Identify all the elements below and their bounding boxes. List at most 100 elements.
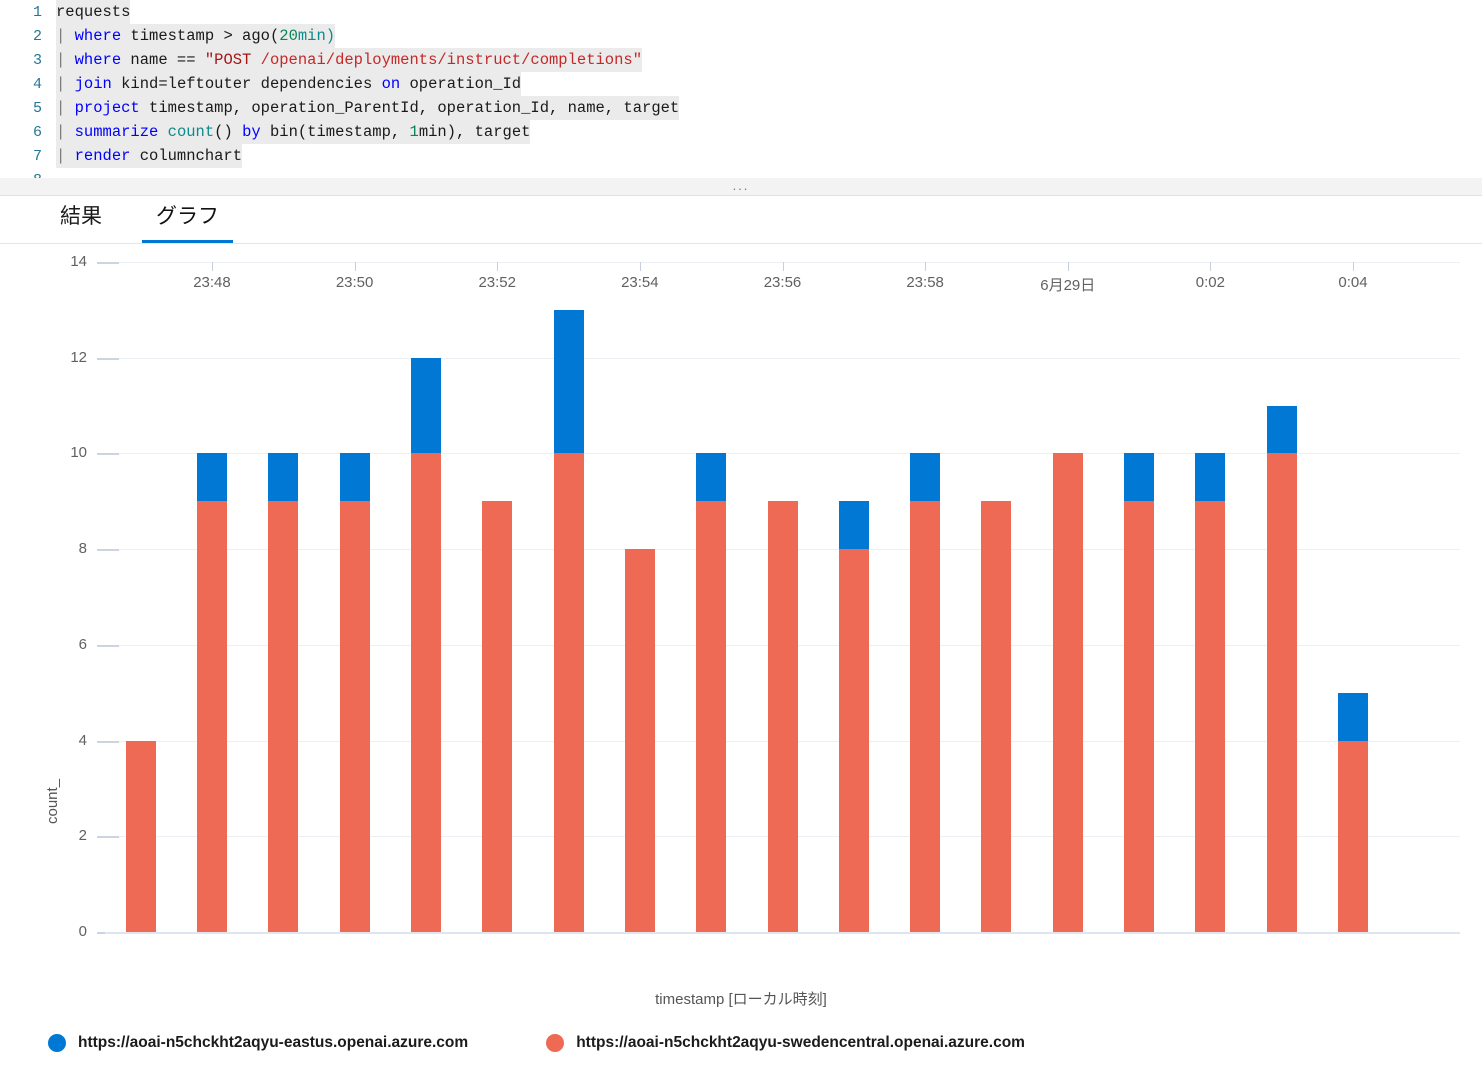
bar-column[interactable] [1195,262,1226,932]
bar-segment-swedencentral[interactable] [410,453,441,932]
bar-segment-swedencentral[interactable] [553,453,584,932]
bar-segment-swedencentral[interactable] [196,501,227,932]
code-line[interactable]: 2 | where timestamp > ago(20min) [0,24,1482,48]
bar-segment-swedencentral[interactable] [482,501,513,932]
editor-expand-handle[interactable]: ... [733,178,750,194]
bar-column[interactable] [339,262,370,932]
bar-column[interactable] [553,262,584,932]
bar-segment-swedencentral[interactable] [981,501,1012,932]
y-tick-mark [97,357,119,360]
bar-column[interactable] [482,262,513,932]
bar-column[interactable] [767,262,798,932]
bar-segment-swedencentral[interactable] [767,501,798,932]
bar-segment-eastus[interactable] [1195,453,1226,502]
bar-column[interactable] [624,262,655,932]
bar-segment-eastus[interactable] [410,357,441,454]
bar-segment-eastus[interactable] [553,309,584,454]
bar-segment-swedencentral[interactable] [339,501,370,932]
code-lines[interactable]: 1 requests 2 | where timestamp > ago(20min)… [0,0,1482,186]
code-text[interactable]: | summarize count() by bin(timestamp, 1m… [56,120,531,144]
y-tick-label: 4 [78,731,87,749]
legend-item-eastus[interactable]: https://aoai-n5chckht2aqyu-eastus.openai… [48,1034,468,1052]
bar-segment-eastus[interactable] [1338,692,1369,741]
x-tick-label: 0:04 [1338,274,1368,291]
bar-column[interactable] [196,262,227,932]
x-axis-title: timestamp [ローカル時刻] [655,991,827,1008]
code-line[interactable]: 1 requests [0,0,1482,24]
x-tick-mark [925,262,927,271]
bar-column[interactable] [1124,262,1155,932]
bar-segment-eastus[interactable] [910,453,941,502]
code-token: 20 [279,27,298,45]
y-tick-label: 12 [70,348,87,366]
chart-legend: https://aoai-n5chckht2aqyu-eastus.openai… [0,1018,1482,1068]
code-token: on [381,75,401,93]
code-token: columnchart [130,147,243,165]
y-tick-mark [97,262,119,264]
result-tabs[interactable]: 結果 グラフ [0,196,1482,244]
bar-segment-eastus[interactable] [1124,453,1155,502]
line-number: 6 [32,124,42,141]
code-token: count [167,123,215,141]
bar-column[interactable] [910,262,941,932]
bar-column[interactable] [410,262,441,932]
code-token: () [214,123,243,141]
bar-segment-swedencentral[interactable] [838,549,869,932]
code-line[interactable]: 6 | summarize count() by bin(timestamp, 1… [0,120,1482,144]
bar-column[interactable] [125,262,156,932]
code-line[interactable]: 4 | join kind=leftouter dependencies on o… [0,72,1482,96]
bar-segment-swedencentral[interactable] [910,501,941,932]
y-tick-mark [97,644,119,647]
bar-column[interactable] [268,262,299,932]
bar-segment-eastus[interactable] [339,453,370,502]
bar-column[interactable] [981,262,1012,932]
code-text[interactable]: | where name == "POST /openai/deployment… [56,48,643,72]
tab-chart[interactable]: グラフ [142,200,233,243]
bar-segment-swedencentral[interactable] [1266,453,1297,932]
code-token: timestamp > ago( [121,27,280,45]
code-text[interactable]: | render columnchart [56,144,243,168]
bar-column[interactable] [696,262,727,932]
bar-segment-swedencentral[interactable] [125,740,156,932]
bar-segment-swedencentral[interactable] [624,549,655,932]
bar-column[interactable] [1052,262,1083,932]
bar-segment-eastus[interactable] [1266,405,1297,454]
code-text[interactable]: | project timestamp, operation_ParentId,… [56,96,680,120]
bar-segment-swedencentral[interactable] [268,501,299,932]
code-text[interactable]: | where timestamp > ago(20min) [56,24,336,48]
x-axis-line [105,932,1460,934]
bar-segment-swedencentral[interactable] [1052,453,1083,932]
code-text[interactable]: | join kind=leftouter dependencies on op… [56,72,522,96]
code-line[interactable]: 3 | where name == "POST /openai/deploymen… [0,48,1482,72]
code-line[interactable]: 7 | render columnchart [0,144,1482,168]
bar-segment-swedencentral[interactable] [1124,501,1155,932]
y-axis-title: count_ [44,778,61,824]
code-token: kind=leftouter dependencies [111,75,382,93]
code-line[interactable]: 5 | project timestamp, operation_ParentId… [0,96,1482,120]
bar-segment-swedencentral[interactable] [1338,740,1369,932]
bar-segment-swedencentral[interactable] [696,501,727,932]
bar-segment-eastus[interactable] [196,453,227,502]
bar-column[interactable] [838,262,869,932]
code-token: timestamp, operation_ParentId, operation… [139,99,680,117]
tab-results[interactable]: 結果 [46,200,116,243]
x-tick-mark [782,262,784,271]
legend-item-label: https://aoai-n5chckht2aqyu-swedencentral… [576,1034,1025,1051]
code-token: "POST [204,51,261,69]
bar-column[interactable] [1266,262,1297,932]
plot-area: 0 2 4 6 8 10 12 14 23:48 23:50 23:52 23:54 23:56 23:… [70,253,1460,940]
bar-segment-eastus[interactable] [268,453,299,502]
bar-segment-swedencentral[interactable] [1195,501,1226,932]
legend-item-swedencentral[interactable]: https://aoai-n5chckht2aqyu-swedencentral… [546,1034,1025,1052]
bar-column[interactable] [1338,262,1369,932]
code-text[interactable]: requests [56,0,131,24]
legend-color-swatch-icon [48,1034,66,1052]
kql-query-editor[interactable]: 1 requests 2 | where timestamp > ago(20min)… [0,0,1482,186]
bar-segment-eastus[interactable] [696,453,727,502]
bar-segment-eastus[interactable] [838,501,869,550]
x-tick-label: 23:54 [621,274,659,291]
x-tick-mark [1353,262,1355,271]
code-token: render [74,147,131,165]
x-tick-mark [1067,262,1069,271]
x-tick-label: 23:58 [906,274,944,291]
